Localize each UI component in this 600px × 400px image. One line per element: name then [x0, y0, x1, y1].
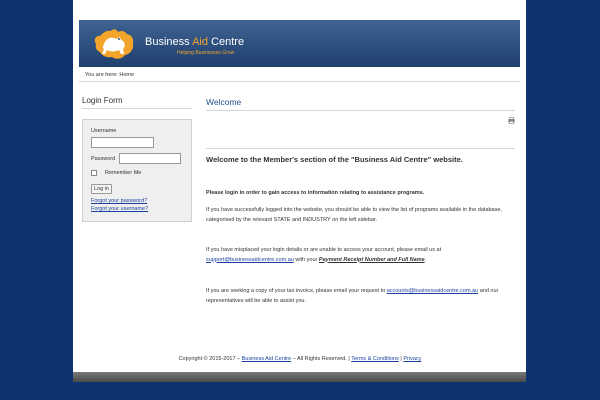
paragraph-support: If you have misplaced your login details…: [206, 247, 442, 263]
brand-tagline: Helping Businesses Grow: [177, 50, 235, 56]
forgot-username-link[interactable]: Forgot your username?: [91, 206, 148, 212]
brand-name[interactable]: Business Aid Centre: [145, 36, 244, 48]
login-form: Username Password Remember Me Log in For…: [82, 119, 192, 222]
page-container: Business Aid Centre Helping Businesses G…: [73, 0, 526, 372]
main-content: Welcome Welcome to the Member's section …: [206, 97, 515, 304]
sidebar: Login Form Username Password Remember Me…: [82, 96, 192, 222]
welcome-heading: Welcome to the Member's section of the "…: [206, 155, 463, 164]
username-input[interactable]: [91, 137, 154, 148]
paragraph-invoice: If you are seeking a copy of your tax in…: [206, 288, 499, 304]
username-label: Username: [91, 128, 117, 134]
breadcrumb-prefix: You are here:: [85, 72, 118, 78]
page-bottom-bar: [73, 372, 526, 382]
australia-logo-icon[interactable]: [90, 24, 138, 62]
page-title: Welcome: [206, 97, 515, 111]
footer-brand-link[interactable]: Business Aid Centre: [242, 356, 292, 362]
password-input[interactable]: [119, 153, 181, 164]
remember-me-label: Remember Me: [105, 170, 142, 176]
site-header: Business Aid Centre Helping Businesses G…: [79, 20, 520, 67]
breadcrumb-current: Home: [119, 72, 135, 78]
forgot-password-link[interactable]: Forgot your password?: [91, 198, 147, 204]
print-icon[interactable]: [508, 117, 515, 124]
login-button[interactable]: Log in: [91, 184, 112, 194]
support-email-link[interactable]: support@businessaidcentre.com.au: [206, 257, 294, 263]
login-form-title: Login Form: [82, 96, 192, 109]
password-label: Password: [91, 156, 116, 162]
accounts-email-link[interactable]: accounts@businessaidcentre.com.au: [387, 288, 479, 294]
remember-me-checkbox[interactable]: [91, 170, 97, 176]
content-divider: [206, 148, 515, 149]
terms-link[interactable]: Terms & Conditions: [351, 356, 399, 362]
intro-text: Please login in order to gain access to …: [206, 190, 425, 196]
paragraph-programs: If you have successfully logged into the…: [206, 207, 502, 223]
brand-accent: Aid: [192, 36, 208, 48]
privacy-link[interactable]: Privacy: [403, 356, 421, 362]
payment-receipt-emphasis: Payment Receipt Number and Full Name: [318, 256, 425, 263]
footer: Copyright © 2015-2017 – Business Aid Cen…: [178, 356, 422, 362]
breadcrumb: You are here: Home: [79, 67, 520, 82]
